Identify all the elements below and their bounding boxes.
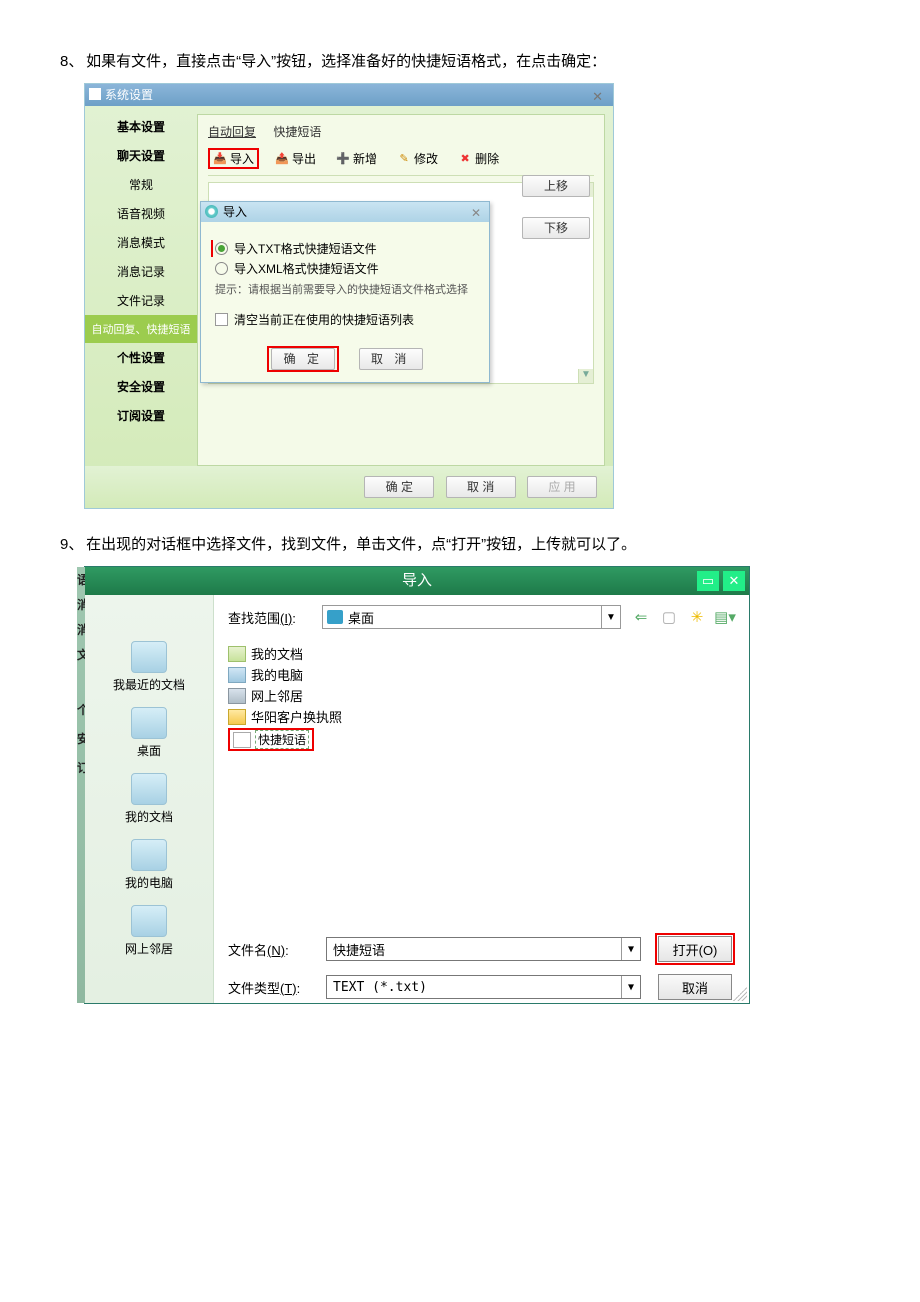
settings-title: 系统设置 (105, 88, 153, 102)
filetype-label: 文件类型(T): (228, 978, 312, 997)
list-item-selected[interactable]: 快捷短语 (228, 727, 735, 752)
place-mycomputer[interactable]: 我的电脑 (85, 839, 213, 891)
move-down-button[interactable]: 下移 (522, 217, 590, 239)
cd-icon (205, 205, 218, 218)
desktop-icon (327, 610, 343, 624)
add-button[interactable]: ➕ 新增 (332, 148, 381, 169)
close-icon[interactable]: ✕ (586, 86, 609, 108)
resize-grip-icon[interactable] (733, 987, 747, 1001)
file-list[interactable]: 我的文档 我的电脑 网上邻居 华阳客户换执照 (228, 639, 735, 927)
places-bar: 我最近的文档 桌面 我的文档 我的电脑 网上邻居 (85, 595, 214, 1003)
import-dialog-titlebar: 导入 ✕ (201, 202, 489, 222)
place-mydocs[interactable]: 我的文档 (85, 773, 213, 825)
filename-input[interactable]: 快捷短语 ▼ (326, 937, 641, 961)
sidebar-item-basic[interactable]: 基本设置 (85, 112, 197, 141)
network-icon (228, 688, 246, 704)
delete-icon: ✖ (458, 152, 472, 166)
folder-icon (228, 709, 246, 725)
import-dialog: 导入 ✕ 导入TXT格式快捷短语文件 导入XML格式快捷短语文件 提示：请根据当… (200, 201, 490, 383)
place-desktop[interactable]: 桌面 (85, 707, 213, 759)
step8-number: 8、 (60, 50, 82, 71)
sidebar-item-voice-video[interactable]: 语音视频 (85, 199, 197, 228)
cancel-button[interactable]: 取 消 (359, 348, 423, 370)
background-sliver: 语消消文 个 安 订 (77, 567, 85, 1003)
settings-titlebar: 系统设置 ✕ (85, 84, 613, 106)
recent-icon (131, 641, 167, 673)
up-icon[interactable]: ▢ (659, 608, 679, 626)
tab-auto-reply[interactable]: 自动回复 (208, 125, 256, 139)
checkbox-clear-list[interactable]: 清空当前正在使用的快捷短语列表 (215, 311, 475, 328)
delete-button[interactable]: ✖ 删除 (454, 148, 503, 169)
folder-icon (228, 646, 246, 662)
step9-text: 在出现的对话框中选择文件，找到文件，单击文件，点“打开”按钮，上传就可以了。 (86, 536, 636, 553)
checkbox-icon (215, 313, 228, 326)
back-icon[interactable]: ⇐ (631, 608, 651, 626)
cancel-button[interactable]: 取消 (658, 974, 732, 1000)
cancel-button[interactable]: 取 消 (446, 476, 516, 498)
sidebar-item-msg-history[interactable]: 消息记录 (85, 257, 197, 286)
computer-icon (228, 667, 246, 683)
import-button[interactable]: 📥 导入 (208, 148, 259, 169)
place-network[interactable]: 网上邻居 (85, 905, 213, 957)
radio-import-xml[interactable]: 导入XML格式快捷短语文件 (215, 260, 475, 277)
file-dialog-title: 导入 (402, 572, 432, 589)
list-item[interactable]: 我的电脑 (228, 664, 735, 685)
minimize-icon[interactable]: ▭ (697, 571, 719, 591)
sidebar-item-file-history[interactable]: 文件记录 (85, 286, 197, 315)
dropdown-icon[interactable]: ▼ (621, 938, 640, 960)
sidebar-item-security[interactable]: 安全设置 (85, 372, 197, 401)
dropdown-icon[interactable]: ▼ (601, 606, 620, 628)
import-dialog-title: 导入 (223, 205, 247, 219)
list-item[interactable]: 我的文档 (228, 643, 735, 664)
ok-button[interactable]: 确 定 (364, 476, 434, 498)
sidebar-item-autoreply-phrase[interactable]: 自动回复、快捷短语 (85, 315, 197, 343)
look-in-label: 查找范围(I): (228, 608, 312, 627)
radio-icon (215, 242, 228, 255)
app-icon (89, 88, 101, 100)
add-icon: ➕ (336, 152, 350, 166)
tab-quick-phrase[interactable]: 快捷短语 (273, 125, 321, 139)
sidebar-item-general[interactable]: 常规 (85, 170, 197, 199)
filename-label: 文件名(N): (228, 940, 312, 959)
sidebar-item-msg-mode[interactable]: 消息模式 (85, 228, 197, 257)
desktop-icon (131, 707, 167, 739)
text-file-icon (233, 732, 251, 748)
list-item[interactable]: 华阳客户换执照 (228, 706, 735, 727)
radio-import-txt[interactable]: 导入TXT格式快捷短语文件 (211, 240, 475, 257)
export-icon: 📤 (275, 152, 289, 166)
close-icon[interactable]: ✕ (467, 203, 485, 223)
folder-icon (131, 773, 167, 805)
scroll-down-icon[interactable]: ▼ (578, 369, 593, 383)
network-icon (131, 905, 167, 937)
file-dialog-titlebar: 导入 ▭ ✕ (85, 567, 749, 595)
place-recent[interactable]: 我最近的文档 (85, 641, 213, 693)
list-item[interactable]: 网上邻居 (228, 685, 735, 706)
radio-icon (215, 262, 228, 275)
new-folder-icon[interactable]: ✳ (687, 608, 707, 626)
step9-number: 9、 (60, 533, 82, 554)
look-in-combo[interactable]: 桌面 ▼ (322, 605, 621, 629)
edit-button[interactable]: ✎ 修改 (393, 148, 442, 169)
ok-button[interactable]: 确 定 (271, 348, 335, 370)
settings-window: 系统设置 ✕ 基本设置 聊天设置 常规 语音视频 消息模式 消息记录 文件记录 … (84, 83, 614, 509)
import-hint: 提示：请根据当前需要导入的快捷短语文件格式选择 (215, 281, 475, 297)
view-menu-icon[interactable]: ▤▾ (715, 608, 735, 626)
sidebar-item-personality[interactable]: 个性设置 (85, 343, 197, 372)
step8-text: 如果有文件，直接点击“导入”按钮，选择准备好的快捷短语格式，在点击确定： (86, 53, 606, 70)
import-icon: 📥 (213, 152, 227, 166)
move-up-button[interactable]: 上移 (522, 175, 590, 197)
export-button[interactable]: 📤 导出 (271, 148, 320, 169)
file-dialog: 语消消文 个 安 订 导入 ▭ ✕ 我最近的文档 桌面 我 (84, 566, 750, 1004)
settings-sidebar: 基本设置 聊天设置 常规 语音视频 消息模式 消息记录 文件记录 自动回复、快捷… (85, 106, 197, 466)
filetype-combo[interactable]: TEXT (*.txt) ▼ (326, 975, 641, 999)
open-button[interactable]: 打开(O) (658, 936, 732, 962)
apply-button[interactable]: 应 用 (527, 476, 597, 498)
sidebar-item-chat[interactable]: 聊天设置 (85, 141, 197, 170)
settings-content: 自动回复 快捷短语 📥 导入 📤 导出 ➕ 新增 (197, 114, 605, 466)
sidebar-item-subscribe[interactable]: 订阅设置 (85, 401, 197, 430)
computer-icon (131, 839, 167, 871)
dropdown-icon[interactable]: ▼ (621, 976, 640, 998)
close-icon[interactable]: ✕ (723, 571, 745, 591)
edit-icon: ✎ (397, 152, 411, 166)
